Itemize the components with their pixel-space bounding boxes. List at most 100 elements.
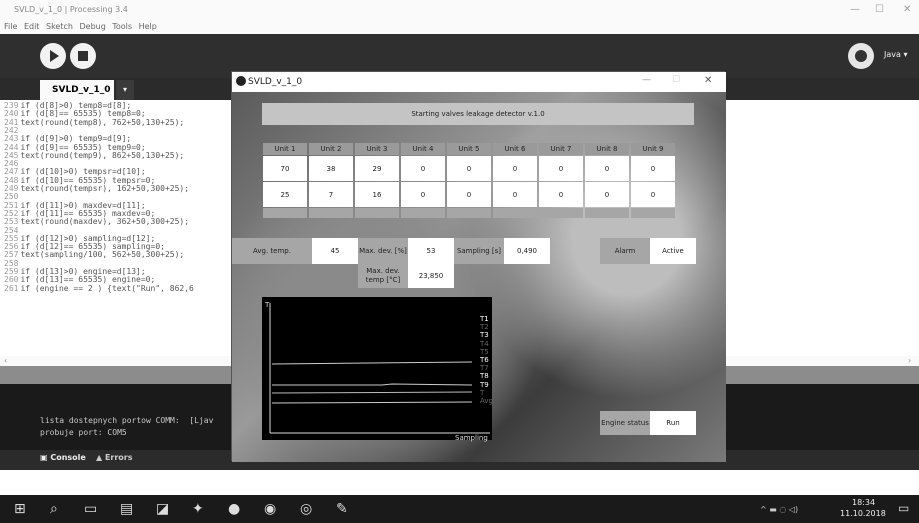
unit-temp-cell: 0 xyxy=(585,156,629,181)
unit-dev-cell: 0 xyxy=(401,182,445,207)
ide-window-title: SVLD_v_1_0 | Processing 3.4 xyxy=(14,5,128,14)
stop-icon xyxy=(78,51,88,61)
unit-dev-cell: 0 xyxy=(631,182,675,207)
windows-start-icon[interactable]: ⊞ xyxy=(14,501,26,517)
series-line-t2 xyxy=(272,383,473,386)
unit-header: Unit 2 xyxy=(309,143,353,155)
unit-temp-cell: 29 xyxy=(355,156,399,181)
ide-menu-bar: File Edit Sketch Debug Tools Help xyxy=(0,22,919,34)
alarm-label: Alarm xyxy=(600,238,650,264)
clock-date[interactable]: 11.10.2018 xyxy=(840,509,886,518)
minimize-icon[interactable]: — xyxy=(642,75,651,85)
tool-icon[interactable]: ✎ xyxy=(336,501,348,517)
processing-icon[interactable]: ◉ xyxy=(264,501,276,517)
code-line[interactable]: 257 text(sampling/100, 562+50,300+25); xyxy=(4,251,184,260)
sketch-window: SVLD_v_1_0 — ☐ ✕ Starting valves leakage… xyxy=(231,71,726,462)
banner: Starting valves leakage detector v.1.0 xyxy=(262,103,694,125)
tab-menu-button[interactable]: ▾ xyxy=(116,80,134,100)
console-tab-label: Console xyxy=(50,453,86,462)
unit-dev-cell: 0 xyxy=(447,182,491,207)
avg-temp-label: Avg. temp. xyxy=(232,238,312,264)
menu-edit[interactable]: Edit xyxy=(24,22,40,31)
unit-header: Unit 3 xyxy=(355,143,399,155)
legend-entry: T Avg. xyxy=(480,388,496,405)
code-line[interactable]: 241 text(round(temp8), 762+50,130+25); xyxy=(4,117,185,128)
scroll-right-icon[interactable]: › xyxy=(908,356,911,365)
store-icon[interactable]: ◪ xyxy=(156,501,169,517)
unit-dev-cell: 0 xyxy=(585,182,629,207)
legend-entry: T3 xyxy=(480,331,489,340)
engine-status-label: Engine status xyxy=(600,411,650,435)
search-icon[interactable]: ⌕ xyxy=(50,501,58,517)
explorer-icon[interactable]: ▤ xyxy=(120,501,133,517)
max-dev-pct-label: Max. dev. [%] xyxy=(358,238,408,264)
unit-dev-cell: 0 xyxy=(539,182,583,207)
menu-tools[interactable]: Tools xyxy=(112,22,132,31)
unit-temp-cell: 0 xyxy=(447,156,491,181)
errors-tab-label: Errors xyxy=(104,453,133,462)
legend-entry: T6 xyxy=(480,356,489,364)
unit-footer-cell xyxy=(585,208,629,218)
sketch-icon[interactable]: ◎ xyxy=(300,501,312,517)
unit-dev-cell: 16 xyxy=(355,182,399,207)
stop-button[interactable] xyxy=(70,43,96,69)
close-icon[interactable]: ✕ xyxy=(903,4,911,15)
alarm-value: Active xyxy=(650,238,696,264)
run-button[interactable] xyxy=(40,43,66,69)
unit-dev-cell: 7 xyxy=(309,182,353,207)
tab-console[interactable]: ▣ Console xyxy=(40,453,86,462)
legend-entry: T9 xyxy=(480,380,489,389)
plot-svg xyxy=(269,303,490,434)
scroll-left-icon[interactable]: ‹ xyxy=(4,356,7,365)
console-footer xyxy=(0,470,919,495)
browser-icon[interactable]: ● xyxy=(228,501,240,517)
maximize-icon[interactable]: ☐ xyxy=(672,75,680,85)
code-line[interactable]: 249 text(round(tempsr), 162+50,300+25); xyxy=(4,184,190,194)
menu-file[interactable]: File xyxy=(4,22,17,31)
menu-debug[interactable]: Debug xyxy=(79,22,105,31)
series-line-t3 xyxy=(271,391,473,394)
unit-dev-cell: 25 xyxy=(263,182,307,207)
mode-selector[interactable]: Java ▾ xyxy=(884,50,907,59)
engine-status-value: Run xyxy=(650,411,696,435)
code-text: text(round(maxdev), 362+50,300+25); xyxy=(20,217,190,227)
clock-time[interactable]: 18:34 xyxy=(852,498,875,507)
menu-help[interactable]: Help xyxy=(139,22,157,31)
app-icon[interactable]: ✦ xyxy=(192,501,204,517)
sketch-title-bar: SVLD_v_1_0 — ☐ ✕ xyxy=(232,72,726,92)
unit-header: Unit 7 xyxy=(539,143,583,155)
windows-taskbar: ⊞ ⌕ ▭ ▤ ◪ ✦ ● ◉ ◎ ✎ ^ ▬ ◌ ◁) 18:34 11.10… xyxy=(0,495,919,523)
close-icon[interactable]: ✕ xyxy=(704,75,712,86)
unit-header: Unit 8 xyxy=(585,143,629,155)
tray-icons[interactable]: ^ ▬ ◌ ◁) xyxy=(760,505,798,514)
code-line[interactable]: 253 text(round(maxdev), 362+50,300+25); xyxy=(4,217,190,227)
tab-errors[interactable]: ▲ Errors xyxy=(96,453,133,462)
code-text: text(round(temp8), 762+50,130+25); xyxy=(20,117,185,127)
unit-header: Unit 1 xyxy=(263,143,307,155)
line-number: 240 xyxy=(4,109,19,119)
series-line-t1 xyxy=(271,361,473,365)
unit-footer-cell xyxy=(631,208,675,218)
unit-temp-cell: 38 xyxy=(309,156,353,181)
menu-sketch[interactable]: Sketch xyxy=(46,22,73,31)
console-line: probuje port: COM5 xyxy=(40,428,127,437)
unit-footer-cell xyxy=(401,208,445,218)
unit-temp-cell: 0 xyxy=(539,156,583,181)
line-number: 253 xyxy=(4,217,19,227)
max-dev-temp-value: 23,850 xyxy=(408,264,454,288)
code-text: text(round(tempsr), 162+50,300+25); xyxy=(20,184,190,193)
maximize-icon[interactable]: ☐ xyxy=(875,4,884,15)
tab-sketch[interactable]: SVLD_v_1_0 xyxy=(40,80,114,100)
task-view-icon[interactable]: ▭ xyxy=(84,501,97,517)
avg-temp-value: 45 xyxy=(312,238,358,264)
notification-icon[interactable]: ▭ xyxy=(898,501,909,515)
debugger-button[interactable] xyxy=(848,43,874,69)
bug-icon xyxy=(855,50,867,62)
unit-temp-cell: 0 xyxy=(401,156,445,181)
code-line[interactable]: 261 if (engine == 2 ) {text("Run", 862,6 xyxy=(4,284,194,294)
unit-footer-cell xyxy=(447,208,491,218)
max-dev-temp-label: Max. dev. temp [°C] xyxy=(358,264,408,288)
code-line[interactable]: 245 text(round(temp9), 862+50,130+25); xyxy=(4,151,184,161)
minimize-icon[interactable]: — xyxy=(850,4,860,15)
sketch-window-title: SVLD_v_1_0 xyxy=(248,77,303,87)
